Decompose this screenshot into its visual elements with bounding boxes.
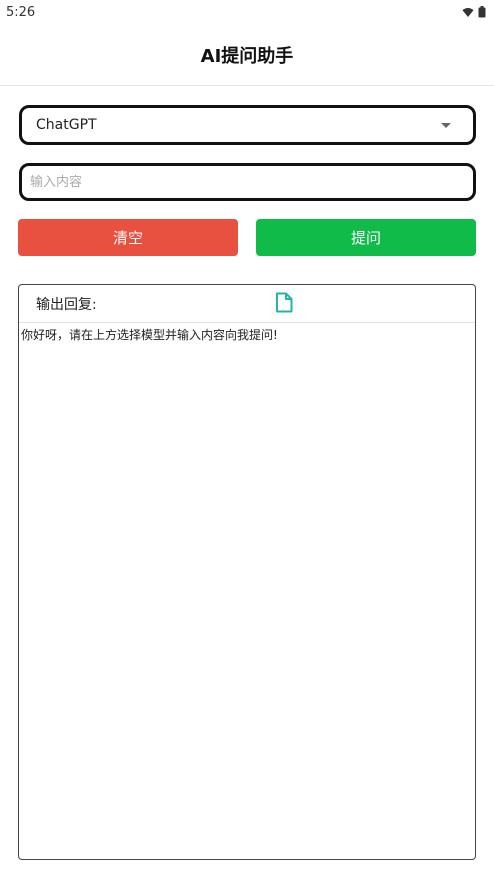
battery-icon (478, 6, 486, 18)
question-input[interactable] (19, 163, 476, 201)
clear-button[interactable]: 清空 (18, 219, 238, 256)
chevron-down-icon (441, 122, 451, 128)
app-bar: AI提问助手 (0, 24, 494, 86)
output-text: 你好呀，请在上方选择模型并输入内容向我提问! (21, 328, 278, 342)
page-title: AI提问助手 (200, 45, 294, 67)
output-panel: 输出回复: 你好呀，请在上方选择模型并输入内容向我提问! (18, 284, 476, 860)
output-header: 输出回复: (19, 285, 475, 323)
output-header-label: 输出回复: (36, 296, 97, 313)
model-select[interactable]: ChatGPT (19, 105, 476, 145)
status-icons (462, 6, 486, 18)
wifi-icon (462, 7, 474, 17)
document-icon[interactable] (275, 292, 293, 313)
model-select-value: ChatGPT (36, 117, 97, 133)
ask-button[interactable]: 提问 (256, 219, 476, 256)
status-bar: 5:26 (0, 0, 494, 24)
status-time: 5:26 (6, 4, 36, 20)
